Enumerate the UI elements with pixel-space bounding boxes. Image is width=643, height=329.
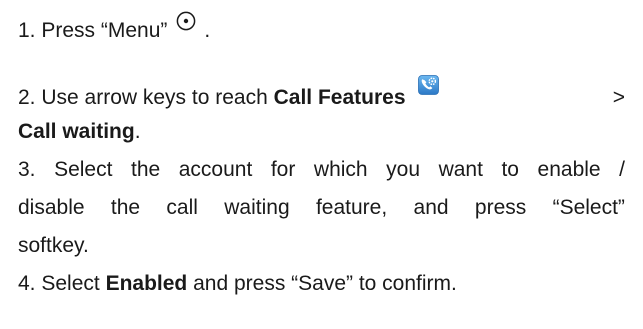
step-3-word: which <box>313 158 368 181</box>
step-3-word: the <box>130 158 161 181</box>
enabled-label: Enabled <box>105 272 188 295</box>
step-3-word: press <box>474 196 527 219</box>
step-3-word: the <box>110 196 141 219</box>
step-4: 4. Select Enabled and press “Save” to co… <box>18 265 625 303</box>
step-1-end: . <box>204 19 211 42</box>
call-features-icon <box>417 75 439 95</box>
menu-key-icon <box>177 11 196 31</box>
call-waiting-label: Call waiting <box>18 120 135 143</box>
step-3-word: “Select” <box>552 196 625 219</box>
step-2-line-2: Call waiting. <box>18 113 625 151</box>
step-3-word: waiting <box>224 196 290 219</box>
step-3-line-3: softkey. <box>18 227 625 265</box>
step-1: 1. Press “Menu” . <box>18 11 625 49</box>
step-2-separator: > <box>612 86 625 109</box>
step-3-word: to <box>501 158 519 181</box>
step-3-word: disable <box>18 196 85 219</box>
step-4-rest: and press “Save” to confirm. <box>193 272 457 295</box>
step-2-line-1: 2. Use arrow keys to reach Call Features… <box>18 75 625 113</box>
step-3-word: feature, <box>315 196 388 219</box>
step-3-word: 3. <box>18 158 36 181</box>
step-3-word: enable <box>537 158 601 181</box>
instructions: 1. Press “Menu” . 2. Use arrow keys to r… <box>18 0 625 303</box>
step-3-word: want <box>438 158 483 181</box>
step-3-word: call <box>166 196 198 219</box>
step-3-word: account <box>178 158 253 181</box>
step-2-end: . <box>134 120 141 143</box>
step-3-end: softkey. <box>18 234 89 257</box>
step-2-prefix: 2. Use arrow keys to reach <box>18 86 268 109</box>
step-3-word: for <box>270 158 296 181</box>
call-features-label: Call Features <box>273 86 406 109</box>
step-3-line-2: disable the call waiting feature, and pr… <box>18 189 625 227</box>
step-3-word: and <box>413 196 449 219</box>
step-3-word: you <box>386 158 421 181</box>
step-2-left: 2. Use arrow keys to reach Call Features <box>18 75 439 117</box>
step-4-prefix: 4. Select <box>18 272 100 295</box>
step-3-word: Select <box>54 158 113 181</box>
step-1-text: 1. Press “Menu” <box>18 19 168 42</box>
step-3-word: / <box>619 158 625 181</box>
step-3-line-1: 3. Select the account for which you want… <box>18 151 625 189</box>
